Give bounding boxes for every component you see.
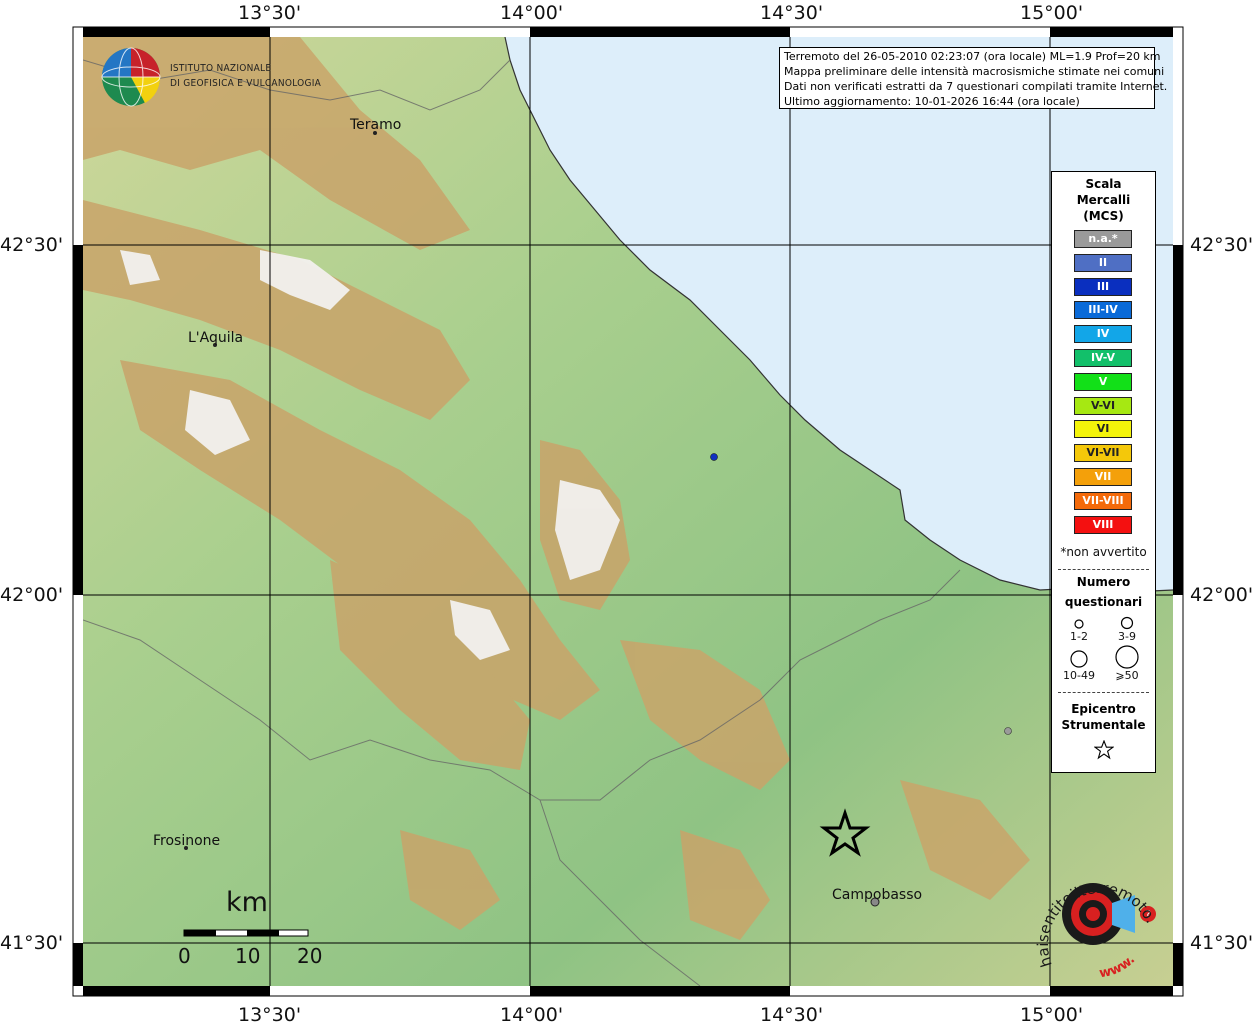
earthquake-info-box: Terremoto del 26-05-2010 02:23:07 (ora l… — [779, 47, 1168, 109]
intensity-swatch-vii: VII — [1074, 468, 1132, 486]
q-label-50: ⩾50 — [1115, 669, 1139, 682]
info-line-4: Ultimo aggiornamento: 10-01-2026 16:44 (… — [784, 95, 1080, 108]
questionnaires-title-1: Numero — [1076, 575, 1131, 589]
questionnaires-title-2: questionari — [1064, 595, 1143, 609]
intensity-swatch-iii-iv: III-IV — [1074, 301, 1132, 320]
logo-prefix: www. — [1098, 952, 1138, 981]
intensity-swatch-vii-viii: VII-VIII — [1074, 491, 1132, 510]
intensity-swatch-vi: VI — [1074, 420, 1132, 439]
lon-label-1500-bottom: 15°00' — [1020, 1004, 1084, 1026]
intensity-swatch-viii: VIII — [1074, 515, 1132, 534]
lon-label-1400-bottom: 14°00' — [500, 1004, 564, 1026]
svg-text:www.: www. — [1098, 952, 1138, 981]
legend: Scala Mercalli (MCS) n.a.* II III III-IV IV I… — [1051, 171, 1156, 773]
intensity-swatch-ii: II — [1074, 253, 1132, 272]
intensity-swatch-v: V — [1074, 372, 1132, 391]
q-label-10-49: 10-49 — [1063, 669, 1095, 682]
city-label-teramo: Teramo — [350, 117, 402, 133]
epicenter-title-1: Epicentro — [1071, 702, 1136, 716]
intensity-swatch-n-a-: n.a.* — [1074, 230, 1132, 248]
city-label-campobasso: Campobasso — [832, 887, 923, 903]
scalebar-tick-0: 0 — [178, 944, 191, 968]
lat-label-4230-left: 42°30' — [0, 234, 64, 256]
lat-label-4130-right: 41°30' — [1190, 932, 1254, 954]
svg-text:haisentitoilterremoto.it: haisentitoilterremoto.it — [1030, 855, 1160, 969]
lat-label-4200-left: 42°00' — [0, 584, 64, 606]
legend-star-icon — [1094, 740, 1114, 760]
lat-label-4200-right: 42°00' — [1190, 584, 1254, 606]
scalebar-tick-20: 20 — [297, 944, 323, 968]
legend-separator — [1058, 569, 1149, 570]
scalebar-unit: km — [226, 887, 268, 918]
ingv-logo-icon — [101, 47, 161, 107]
scalebar-tick-10: 10 — [235, 944, 261, 968]
legend-title-2: Mercalli — [1076, 193, 1131, 207]
intensity-point-na[interactable] — [1004, 727, 1012, 735]
lon-label-1430-top: 14°30' — [760, 2, 824, 24]
city-label-frosinone: Frosinone — [153, 833, 221, 849]
intensity-swatch-iii: III — [1074, 277, 1132, 296]
intensity-swatch-vi-vii: VI-VII — [1074, 444, 1132, 463]
epicenter-title-2: Strumentale — [1061, 718, 1146, 732]
lon-label-1400-top: 14°00' — [500, 2, 564, 24]
intensity-swatch-iv-v: IV-V — [1074, 349, 1132, 367]
lon-label-1500-top: 15°00' — [1020, 2, 1084, 24]
lat-label-4230-right: 42°30' — [1190, 234, 1254, 256]
legend-separator-2 — [1058, 692, 1149, 693]
legend-note: *non avvertito — [1060, 545, 1147, 559]
scale-bar — [183, 929, 309, 937]
institute-name-line1: ISTITUTO NAZIONALE — [170, 63, 272, 74]
legend-title-1: Scala — [1085, 177, 1122, 191]
q-label-1-2: 1-2 — [1070, 630, 1088, 643]
haisentito-logo-text: haisentitoilterremoto.it www. — [1030, 855, 1160, 981]
lat-label-4130-left: 41°30' — [0, 932, 64, 954]
institute-name-line2: DI GEOFISICA E VULCANOLOGIA — [170, 78, 322, 89]
lon-label-1330-top: 13°30' — [238, 2, 302, 24]
intensity-swatch-iv: IV — [1074, 325, 1132, 344]
lon-label-1330-bottom: 13°30' — [238, 1004, 302, 1026]
info-line-1: Terremoto del 26-05-2010 02:23:07 (ora l… — [784, 50, 1161, 63]
legend-title-3: (MCS) — [1083, 209, 1124, 223]
q-label-3-9: 3-9 — [1118, 630, 1136, 643]
intensity-point-iii[interactable] — [710, 453, 718, 461]
city-label-laquila: L'Aquila — [188, 330, 244, 346]
lon-label-1430-bottom: 14°30' — [760, 1004, 824, 1026]
intensity-swatch-v-vi: V-VI — [1074, 396, 1132, 415]
info-line-2: Mappa preliminare delle intensità macros… — [784, 65, 1165, 78]
logo-text: haisentitoilterremoto.it — [1030, 855, 1160, 969]
info-line-3: Dati non verificati estratti da 7 questi… — [784, 80, 1168, 93]
